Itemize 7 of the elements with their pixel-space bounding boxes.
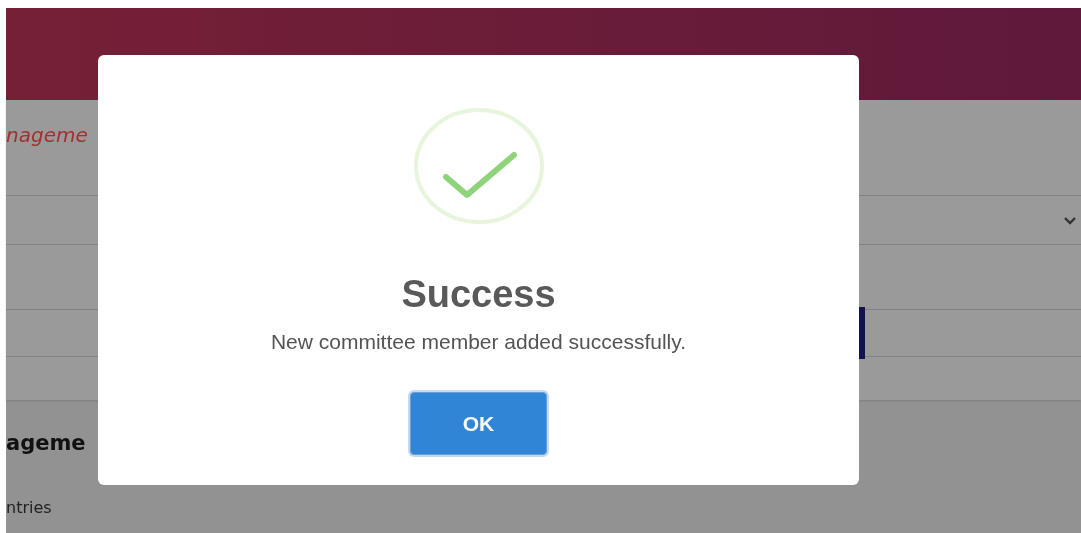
ok-button[interactable]: OK (410, 392, 547, 455)
section-title: nageme (6, 123, 88, 147)
entries-label: ntries (6, 498, 53, 518)
dialog-message: New committee member added successfully. (270, 329, 687, 355)
dialog-title: Success (401, 272, 556, 316)
section-heading: ageme (6, 430, 87, 456)
chevron-down-icon (1063, 215, 1077, 225)
